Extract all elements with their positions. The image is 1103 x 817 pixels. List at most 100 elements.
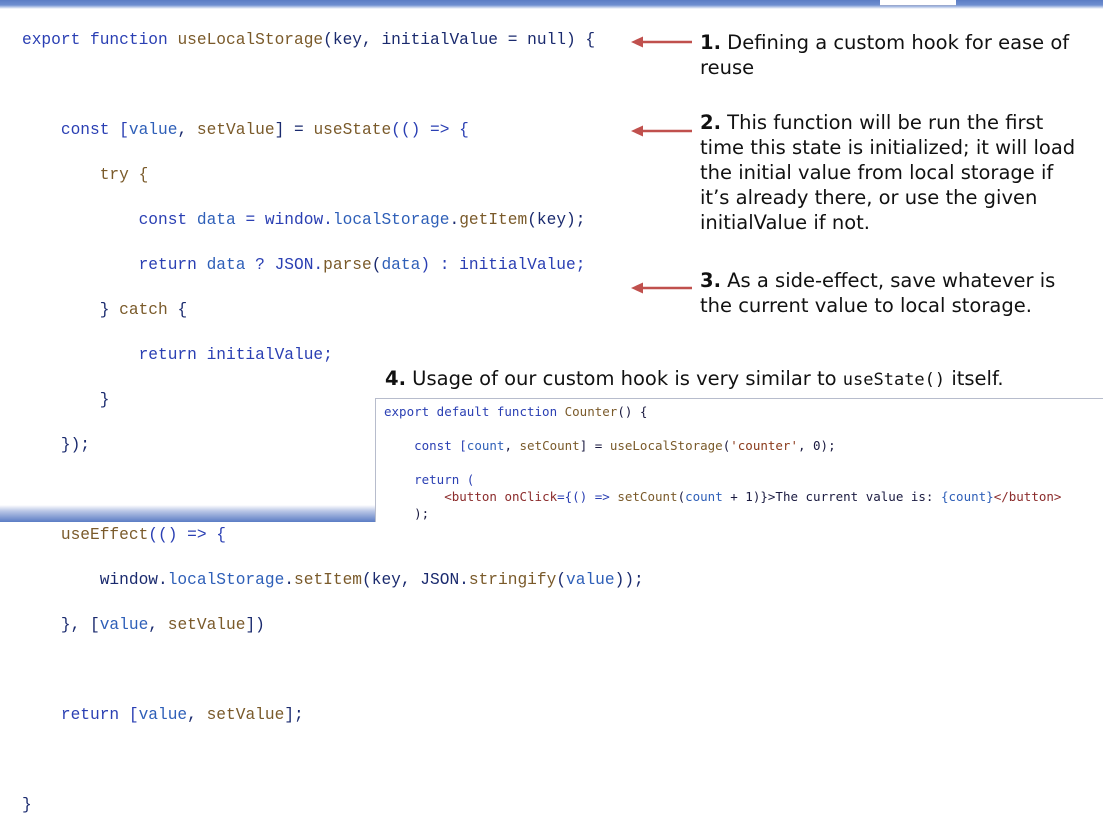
code-token: (key); <box>527 211 586 229</box>
code-line-5: return data ? JSON.parse(data) : initial… <box>22 254 644 277</box>
code-token: } <box>99 301 120 319</box>
annotation-number: 3. <box>700 269 721 292</box>
code-token: ? JSON. <box>245 256 324 274</box>
code-line-7: return initialValue; <box>22 344 644 367</box>
code-line-12: }, [value, setValue]) <box>22 614 644 637</box>
code-token: value <box>138 706 188 724</box>
code-token: const [ <box>60 121 129 139</box>
window-top-bar <box>0 0 1103 10</box>
annotation-code: useState() <box>842 370 946 390</box>
code-token: parse <box>323 256 372 274</box>
code-token: useLocalStorage <box>609 438 723 453</box>
code-token: The current value is: <box>775 489 941 504</box>
code-token: data <box>206 256 246 274</box>
annotation-1: 1. Defining a custom hook for ease of re… <box>700 30 1080 80</box>
code-token: catch <box>119 301 168 319</box>
code-token: () { <box>617 404 648 419</box>
code-token: initialValue; <box>206 346 333 364</box>
code-token: {count} <box>941 489 994 504</box>
code-token: try { <box>99 166 149 184</box>
code-token: data <box>196 211 236 229</box>
code-line-4: const data = window.localStorage.getItem… <box>22 209 644 232</box>
example-line-5: ); <box>384 506 429 521</box>
code-token: export function <box>22 31 178 49</box>
annotation-number: 4. <box>385 367 406 390</box>
code-token: const [ <box>414 438 467 453</box>
code-token: ( <box>677 489 686 504</box>
code-token: }); <box>60 436 91 454</box>
code-token: } <box>22 796 32 814</box>
example-line-3: return ( <box>384 472 474 487</box>
annotation-text: Usage of our custom hook is very similar… <box>405 367 843 390</box>
code-token: setItem <box>294 571 363 589</box>
annotation-text: itself. <box>945 367 1004 390</box>
usage-example-box: export default function Counter() { cons… <box>375 398 1103 522</box>
code-token: </button> <box>993 489 1062 504</box>
code-line-6: } catch { <box>22 299 644 322</box>
code-token: useEffect <box>60 526 149 544</box>
code-line-1: export function useLocalStorage(key, ini… <box>22 29 644 52</box>
code-line-3: try { <box>22 164 644 187</box>
annotation-number: 1. <box>700 31 721 54</box>
code-token: count <box>685 489 723 504</box>
code-token: ] = <box>274 121 314 139</box>
top-tab <box>880 0 956 6</box>
code-token: , 0); <box>797 438 836 453</box>
code-token: return [ <box>60 706 139 724</box>
code-token: stringify <box>468 571 557 589</box>
code-token: const <box>138 211 197 229</box>
code-token: , <box>148 616 168 634</box>
code-token: ]) <box>245 616 265 634</box>
annotation-4: 4. Usage of our custom hook is very simi… <box>385 367 1004 390</box>
code-token: count <box>466 438 505 453</box>
code-token: data <box>381 256 421 274</box>
code-token: ); <box>414 506 430 521</box>
code-line-14: } <box>22 794 644 817</box>
code-token: }, [ <box>60 616 100 634</box>
code-token: ]; <box>284 706 304 724</box>
code-token: + 1)}> <box>722 489 776 504</box>
code-token: ={() => <box>557 489 618 504</box>
code-token: localStorage <box>332 211 450 229</box>
code-token: setValue <box>167 616 246 634</box>
arrow-left-icon <box>631 125 692 137</box>
code-token: 'counter' <box>730 438 798 453</box>
code-token: localStorage <box>167 571 285 589</box>
code-token: <button <box>444 489 505 504</box>
code-token: setValue <box>206 706 285 724</box>
code-token: . <box>284 571 295 589</box>
annotation-2: 2. This function will be run the first t… <box>700 110 1080 235</box>
code-token: setCount <box>617 489 678 504</box>
code-line-2: const [value, setValue] = useState(() =>… <box>22 119 644 142</box>
code-token: ( <box>556 571 567 589</box>
annotation-text: As a side-effect, save whatever is the c… <box>700 269 1056 317</box>
code-token: , <box>504 438 520 453</box>
code-token: ] = <box>579 438 610 453</box>
annotation-number: 2. <box>700 111 721 134</box>
code-token: setValue <box>196 121 275 139</box>
code-token: ) : initialValue; <box>420 256 586 274</box>
code-token: export default function <box>384 404 565 419</box>
code-line-10: useEffect(() => { <box>22 524 644 547</box>
code-line-11: window.localStorage.setItem(key, JSON.st… <box>22 569 644 592</box>
annotation-text: Defining a custom hook for ease of reuse <box>700 31 1070 79</box>
code-token: )); <box>614 571 644 589</box>
example-line-2: const [count, setCount] = useLocalStorag… <box>384 438 836 453</box>
code-token: setCount <box>519 438 580 453</box>
code-line-13: return [value, setValue]; <box>22 704 644 727</box>
code-token: (() => { <box>148 526 227 544</box>
annotation-3: 3. As a side-effect, save whatever is th… <box>700 268 1090 318</box>
code-token: , <box>187 706 207 724</box>
code-token: return <box>138 256 207 274</box>
code-token: getItem <box>459 211 528 229</box>
code-token: return <box>138 346 207 364</box>
code-token: (() => { <box>391 121 469 139</box>
code-token: { <box>167 301 188 319</box>
arrow-left-icon <box>631 36 692 48</box>
code-token: (key, initialValue = null) { <box>323 31 596 49</box>
code-token: } <box>99 391 110 409</box>
code-token: return ( <box>414 472 475 487</box>
